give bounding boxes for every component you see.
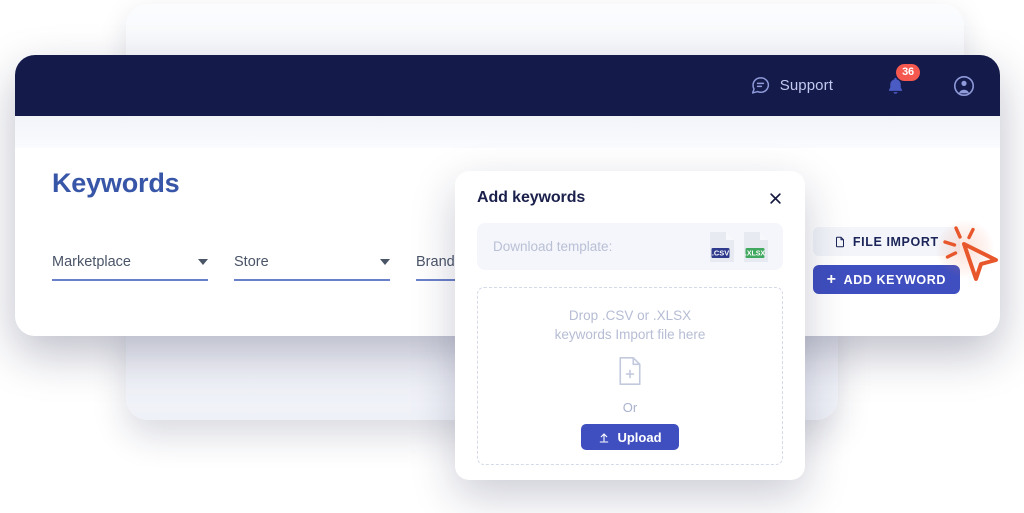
notification-badge: 36 — [896, 63, 920, 81]
modal-header: Add keywords — [477, 189, 783, 207]
svg-text:.XLSX: .XLSX — [745, 250, 766, 257]
file-icon — [834, 235, 846, 249]
upload-label: Upload — [617, 429, 662, 445]
svg-text:.CSV: .CSV — [712, 248, 729, 257]
upload-button[interactable]: Upload — [581, 424, 679, 450]
template-file-icons: .CSV .XLSX — [709, 231, 769, 263]
modal-title: Add keywords — [477, 189, 586, 206]
upload-icon — [598, 431, 610, 444]
chevron-down-icon — [380, 259, 390, 265]
action-buttons: FILE IMPORT + ADD KEYWORD — [812, 227, 960, 294]
file-plus-icon — [617, 355, 643, 387]
download-template-label: Download template: — [493, 239, 613, 254]
content-strip — [15, 116, 1000, 148]
plus-icon: + — [826, 270, 837, 288]
top-navigation-bar: Support 36 — [15, 55, 1000, 116]
page-title: Keywords — [52, 168, 180, 198]
csv-file-icon[interactable]: .CSV — [709, 231, 735, 263]
download-template-row: Download template: .CSV .XLSX — [477, 223, 783, 270]
support-label: Support — [779, 77, 833, 94]
dropzone-or-label: Or — [622, 400, 638, 415]
chat-bubble-icon — [750, 75, 771, 96]
chevron-down-icon — [198, 259, 208, 265]
dropzone-line-2: keywords Import file here — [554, 327, 706, 342]
add-keywords-modal: Add keywords Download template: .CSV .XL… — [455, 171, 805, 480]
file-import-button[interactable]: FILE IMPORT — [812, 227, 960, 256]
user-avatar-icon[interactable] — [952, 74, 976, 98]
add-keyword-label: ADD KEYWORD — [843, 272, 946, 287]
close-icon[interactable] — [768, 191, 783, 206]
filter-store[interactable]: Store — [234, 254, 390, 281]
dropzone-line-1: Drop .CSV or .XLSX — [568, 308, 692, 323]
filter-marketplace-label: Marketplace — [52, 254, 131, 270]
filter-brand-label: Brand — [416, 254, 455, 270]
file-dropzone[interactable]: Drop .CSV or .XLSX keywords Import file … — [477, 287, 783, 465]
filter-store-label: Store — [234, 254, 269, 270]
screenshot-stage: Support 36 Keywords Marketplace Store Br… — [0, 0, 1024, 513]
file-import-label: FILE IMPORT — [852, 234, 939, 249]
filter-marketplace[interactable]: Marketplace — [52, 254, 208, 281]
notifications-button[interactable]: 36 — [885, 63, 920, 97]
xlsx-file-icon[interactable]: .XLSX — [743, 231, 769, 263]
add-keyword-button[interactable]: + ADD KEYWORD — [812, 265, 960, 294]
support-button[interactable]: Support — [750, 75, 833, 96]
